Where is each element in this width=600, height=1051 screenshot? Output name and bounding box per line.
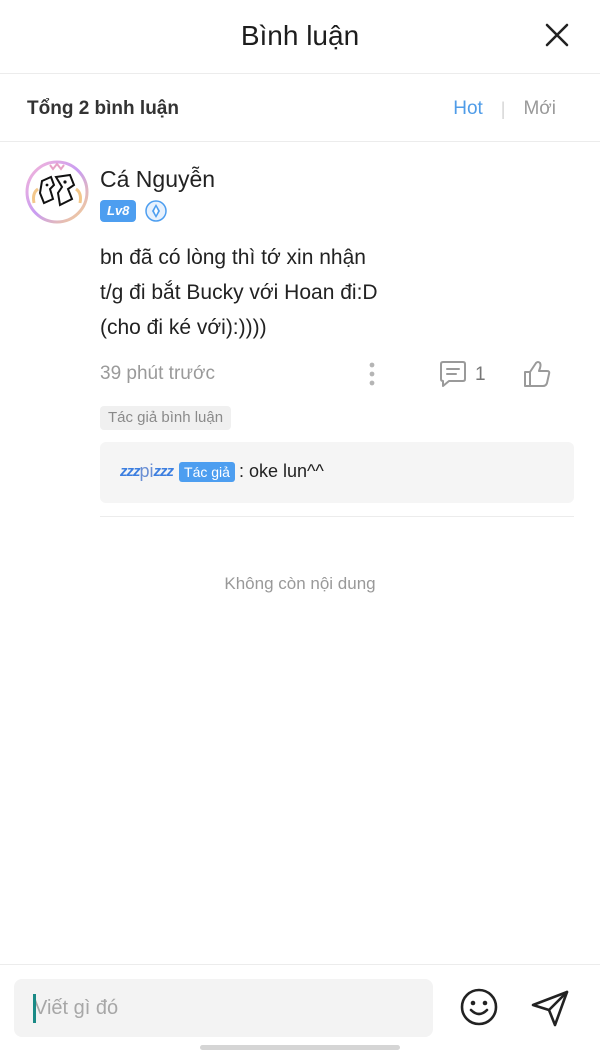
verified-badge-icon <box>145 200 168 222</box>
reply-preview[interactable]: zzz pi zzz Tác giả : oke lun^^ <box>100 442 574 503</box>
send-icon[interactable] <box>530 988 570 1028</box>
user-badges: Lv8 <box>100 200 168 222</box>
emoji-icon[interactable] <box>459 987 499 1027</box>
author-tag: Tác giả bình luận <box>100 406 232 430</box>
page-title: Bình luận <box>240 20 360 51</box>
comment-line: t/g đi bắt Bucky với Hoan đi:D <box>100 281 378 304</box>
sort-new-tab[interactable]: Mới <box>523 98 556 120</box>
divider <box>100 516 574 517</box>
comment-line: bn đã có lòng thì tớ xin nhận <box>100 246 366 269</box>
level-badge: Lv8 <box>100 200 137 222</box>
comment-input[interactable]: Viết gì đó <box>14 979 433 1037</box>
comment-input-bar: Viết gì đó <box>0 964 600 1051</box>
avatar[interactable] <box>24 159 90 225</box>
sort-separator: | <box>500 98 506 119</box>
reply-name-suffix: zzz <box>153 463 174 480</box>
comment-input-placeholder: Viết gì đó <box>34 997 119 1019</box>
comment-timestamp: 39 phút trước <box>100 363 215 384</box>
home-indicator <box>200 1045 400 1050</box>
sort-tabs: Hot | Mới <box>453 98 556 120</box>
reply-count: 1 <box>475 364 486 385</box>
reply-text: : oke lun^^ <box>238 461 324 481</box>
comment-summary-bar: Tổng 2 bình luận Hot | Mới <box>0 74 600 142</box>
reply-icon[interactable] <box>438 360 468 388</box>
reply-name-prefix: zzz <box>120 463 140 480</box>
comment-username[interactable]: Cá Nguyễn <box>100 166 215 193</box>
sheet-header: Bình luận <box>0 0 600 74</box>
comment-line: (cho đi ké với):)))) <box>100 316 267 339</box>
close-icon[interactable] <box>540 18 574 52</box>
more-options-icon[interactable] <box>364 360 380 388</box>
reply-author-name[interactable]: pi <box>140 461 154 482</box>
text-caret <box>33 994 36 1023</box>
comment-total: Tổng 2 bình luận <box>27 98 179 119</box>
reply-line: zzz pi zzz Tác giả : oke lun^^ <box>120 461 324 482</box>
reply-author-badge: Tác giả <box>179 461 235 482</box>
thumbs-up-icon[interactable] <box>521 358 553 390</box>
end-of-list-message: Không còn nội dung <box>224 574 376 593</box>
comment-body: bn đã có lòng thì tớ xin nhận t/g đi bắt… <box>100 240 540 345</box>
sort-hot-tab[interactable]: Hot <box>453 98 483 120</box>
